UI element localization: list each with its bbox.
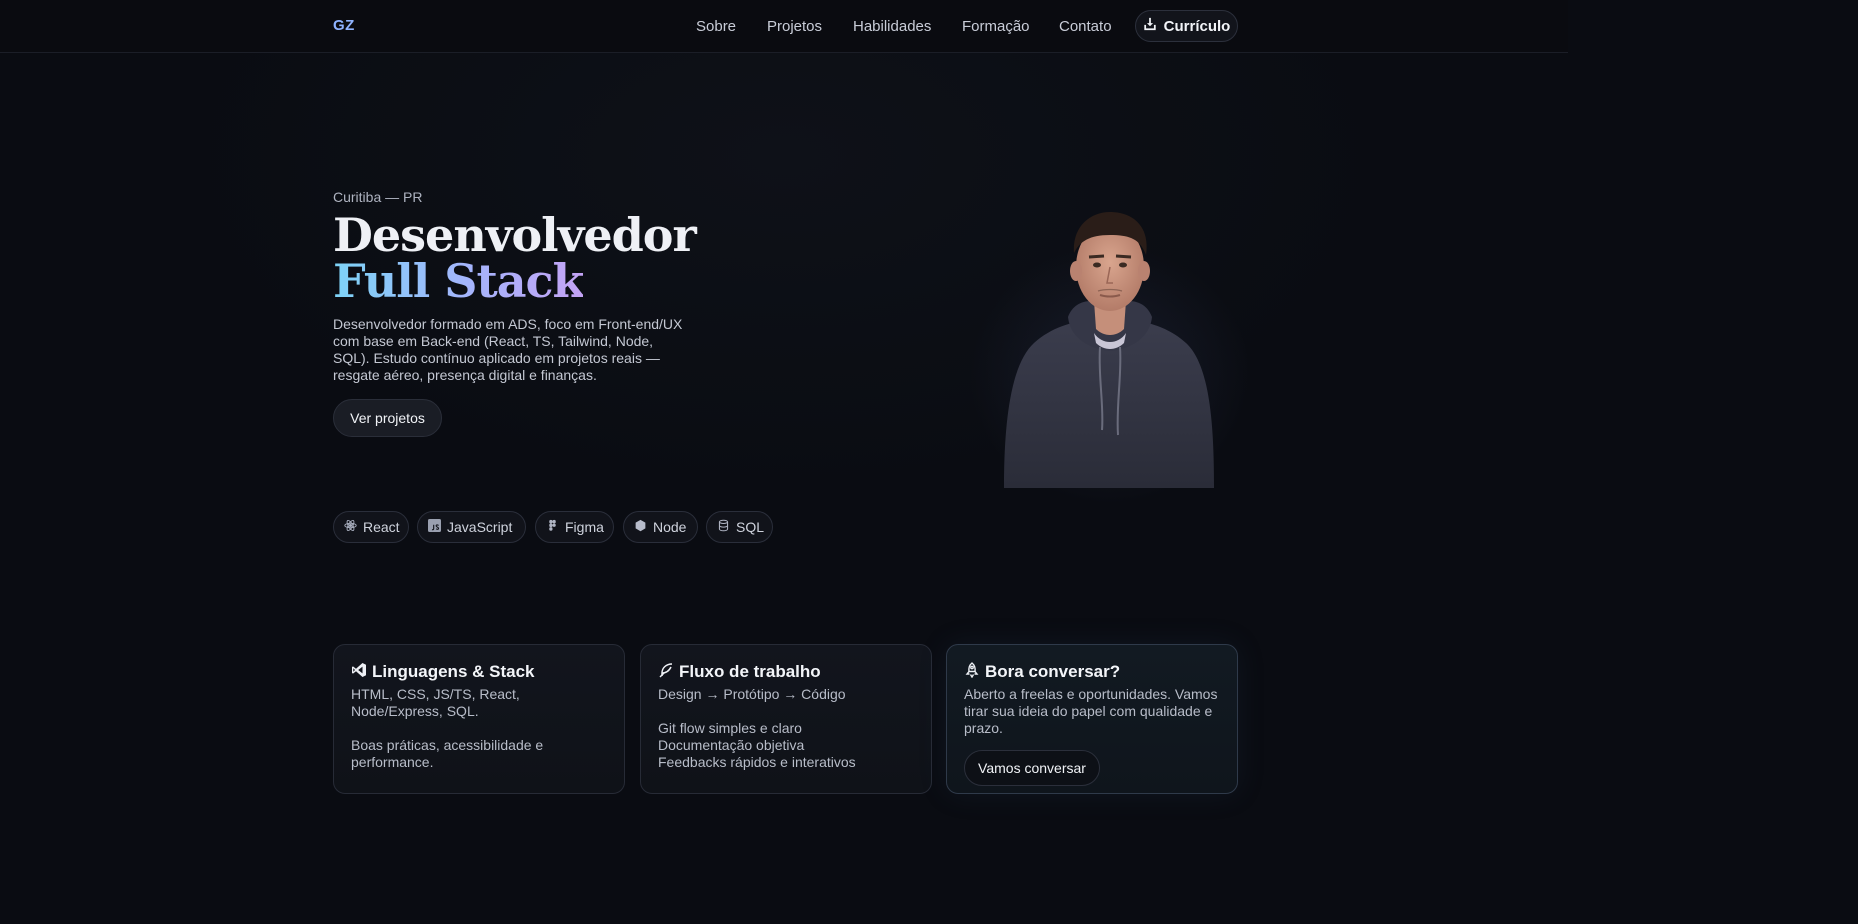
location-text: Curitiba — PR <box>333 189 423 205</box>
nav-link-habilidades[interactable]: Habilidades <box>853 18 931 35</box>
card-title: Fluxo de trabalho <box>679 662 821 681</box>
vscode-icon <box>351 662 367 683</box>
javascript-icon <box>428 519 441 535</box>
chip-label: JavaScript <box>447 519 513 535</box>
nav-link-formacao[interactable]: Formação <box>962 18 1030 35</box>
card-languages-stack: Linguagens & Stack HTML, CSS, JS/TS, Rea… <box>333 644 625 794</box>
chip-sql[interactable]: SQL <box>706 511 773 543</box>
view-projects-button[interactable]: Ver projetos <box>333 399 442 437</box>
chip-react[interactable]: React <box>333 511 409 543</box>
feather-icon <box>658 662 674 683</box>
list-item: Git flow simples e claro <box>658 720 802 736</box>
card-title: Bora conversar? <box>985 662 1121 681</box>
card-workflow: Fluxo de trabalho Design → Protótipo → C… <box>640 644 932 794</box>
hero-description: Desenvolvedor formado em ADS, foco em Fr… <box>333 316 683 383</box>
chip-label: React <box>363 519 400 535</box>
hero-title-line1: Desenvolvedor <box>333 208 697 262</box>
figma-icon <box>546 519 559 535</box>
rocket-icon <box>964 661 980 683</box>
card-text: Design → Protótipo → Código <box>658 686 846 702</box>
node-icon <box>634 519 647 535</box>
chip-label: Figma <box>565 519 604 535</box>
chip-javascript[interactable]: JavaScript <box>417 511 526 543</box>
chip-label: SQL <box>736 519 765 535</box>
card-title: Linguagens & Stack <box>372 662 535 681</box>
nav-link-sobre[interactable]: Sobre <box>696 18 736 35</box>
nav-link-projetos[interactable]: Projetos <box>767 18 822 35</box>
card-contact: Bora conversar? Aberto a freelas e oport… <box>946 644 1238 794</box>
database-icon <box>717 519 730 535</box>
card-text: Aberto a freelas e oportunidades. Vamos … <box>964 686 1218 736</box>
list-item: Documentação objetiva <box>658 737 805 753</box>
download-icon <box>1143 17 1157 35</box>
hero-title: Desenvolvedor Full Stack <box>333 208 697 308</box>
list-item: Feedbacks rápidos e interativos <box>658 754 856 770</box>
download-cv-label: Currículo <box>1163 17 1231 35</box>
contact-button[interactable]: Vamos conversar <box>964 750 1100 786</box>
profile-photo <box>970 205 1250 505</box>
nav-link-contato[interactable]: Contato <box>1059 18 1112 35</box>
logo[interactable]: GZ <box>333 17 355 34</box>
chip-node[interactable]: Node <box>623 511 698 543</box>
download-cv-button[interactable]: Currículo <box>1135 10 1238 42</box>
card-text: Boas práticas, acessibilidade e performa… <box>351 737 544 770</box>
hero-title-line2: Full Stack <box>333 254 584 308</box>
react-icon <box>344 519 357 535</box>
top-navbar: GZ Sobre Projetos Habilidades Formação C… <box>0 0 1568 53</box>
chip-label: Node <box>653 519 687 535</box>
card-text: HTML, CSS, JS/TS, React, Node/Express, S… <box>351 686 520 719</box>
chip-figma[interactable]: Figma <box>535 511 614 543</box>
